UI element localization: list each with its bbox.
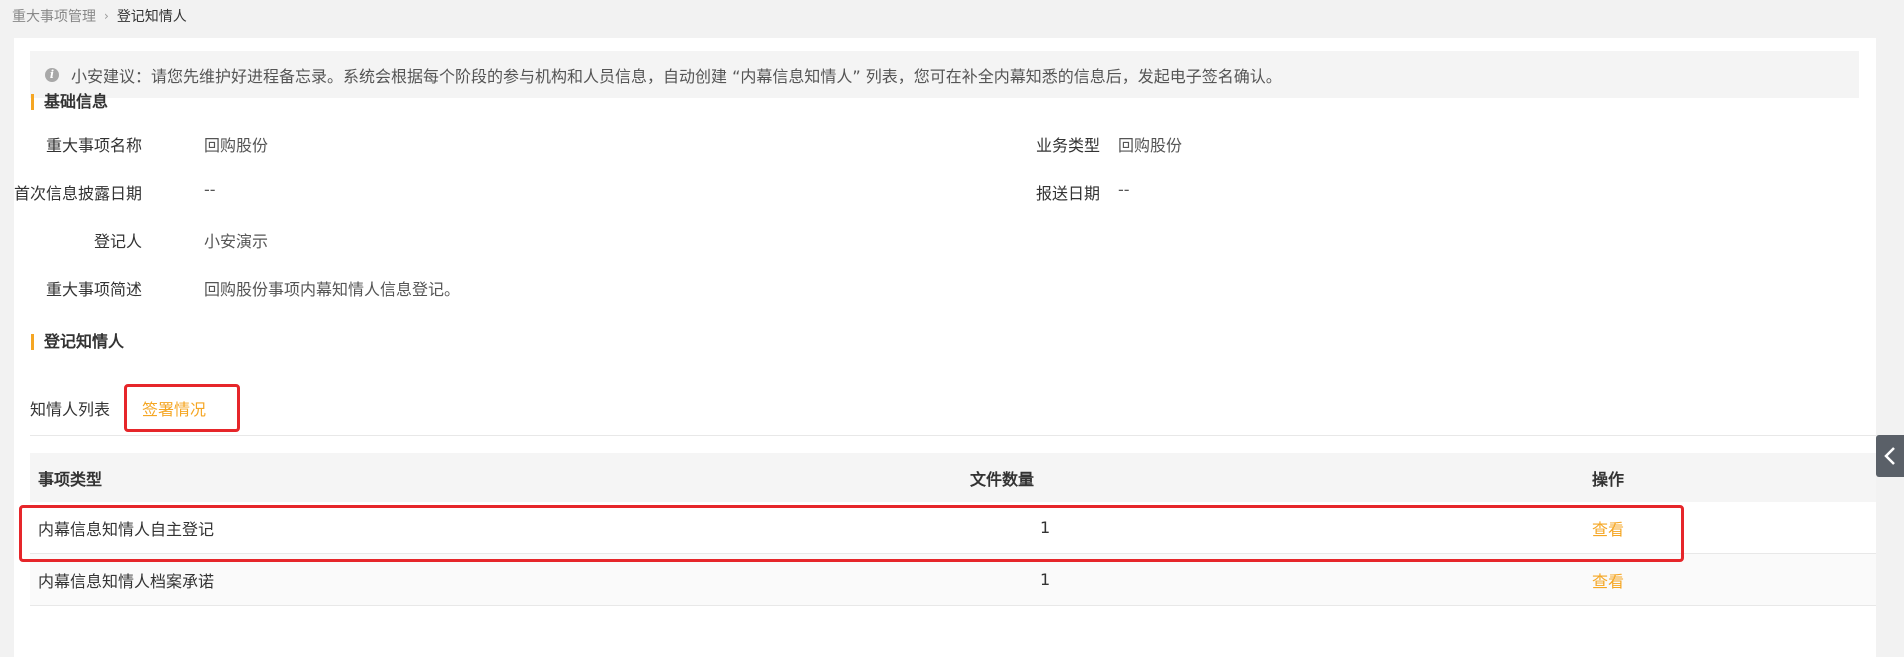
header-file-count: 文件数量: [970, 469, 1035, 489]
field-value-business-type: 回购股份: [1118, 136, 1183, 155]
suggestion-notice: i 小安建议：请您先维护好进程备忘录。系统会根据每个阶段的参与机构和人员信息，自…: [30, 51, 1859, 98]
field-value-report-date: --: [1118, 180, 1130, 199]
breadcrumb: 重大事项管理 › 登记知情人: [12, 0, 187, 32]
field-label-business-type: 业务类型: [1035, 136, 1100, 155]
table-row: 内幕信息知情人自主登记 1 查看: [30, 502, 1876, 554]
notice-text: 小安建议：请您先维护好进程备忘录。系统会根据每个阶段的参与机构和人员信息，自动创…: [71, 66, 1282, 86]
cell-file-count: 1: [1040, 518, 1051, 537]
field-label-registrant: 登记人: [93, 232, 142, 251]
field-label-event-summary: 重大事项简述: [45, 280, 142, 299]
field-value-event-summary: 回购股份事项内幕知情人信息登记。: [204, 280, 461, 299]
collapse-panel-button[interactable]: [1876, 435, 1904, 477]
table-row: 内幕信息知情人档案承诺 1 查看: [30, 554, 1876, 606]
view-link[interactable]: 查看: [1592, 568, 1624, 592]
header-action: 操作: [1592, 469, 1625, 489]
field-label-report-date: 报送日期: [1035, 184, 1100, 203]
tab-informant-list[interactable]: 知情人列表: [30, 383, 110, 433]
field-value-first-disclosure-date: --: [204, 180, 216, 199]
header-event-type: 事项类型: [38, 469, 103, 489]
tab-bar: 知情人列表 签署情况: [30, 383, 1876, 436]
chevron-left-icon: [1884, 447, 1895, 465]
tab-signing-status[interactable]: 签署情况: [142, 383, 206, 433]
main-card: i 小安建议：请您先维护好进程备忘录。系统会根据每个阶段的参与机构和人员信息，自…: [14, 38, 1876, 657]
cell-event-type: 内幕信息知情人自主登记: [38, 519, 215, 539]
view-link[interactable]: 查看: [1592, 516, 1624, 540]
field-label-first-disclosure-date: 首次信息披露日期: [13, 184, 142, 203]
signing-table: 事项类型 文件数量 操作 内幕信息知情人自主登记 1 查看 内幕信息知情人档案承…: [30, 453, 1876, 606]
chevron-right-icon: ›: [104, 9, 109, 23]
info-icon: i: [45, 67, 59, 82]
section-title-basic-info: 基础信息: [31, 94, 108, 110]
cell-event-type: 内幕信息知情人档案承诺: [38, 571, 215, 591]
breadcrumb-current: 登记知情人: [116, 9, 187, 25]
field-value-event-name: 回购股份: [204, 136, 269, 155]
field-label-event-name: 重大事项名称: [45, 136, 142, 155]
section-title-register: 登记知情人: [31, 334, 124, 350]
table-header: 事项类型 文件数量 操作: [30, 453, 1876, 502]
field-value-registrant: 小安演示: [204, 232, 269, 251]
breadcrumb-parent-link[interactable]: 重大事项管理: [12, 6, 96, 26]
cell-file-count: 1: [1040, 570, 1051, 589]
